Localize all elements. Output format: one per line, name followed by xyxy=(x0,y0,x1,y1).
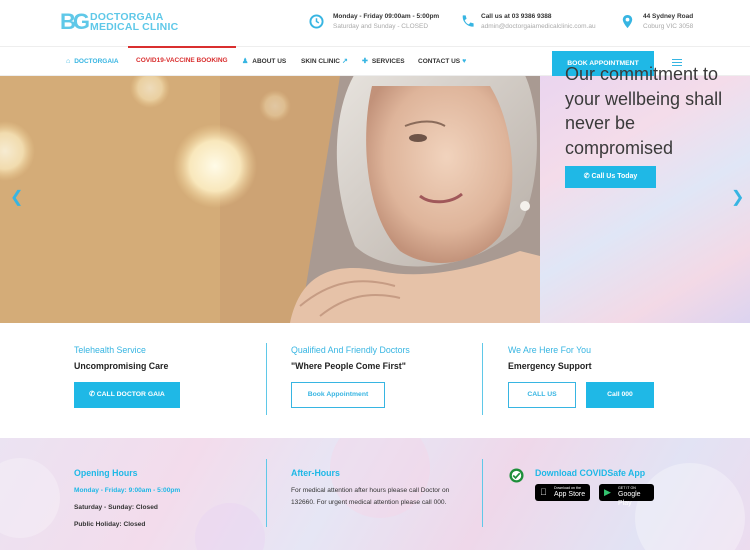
covidsafe-app-icon xyxy=(509,468,524,483)
feature-qualified-doctors: Qualified And Friendly Doctors "Where Pe… xyxy=(291,345,471,371)
chevron-right-icon[interactable]: ❯ xyxy=(731,190,744,206)
clock-icon xyxy=(309,14,324,29)
play-icon: ▶ xyxy=(604,487,611,497)
app-store-badge[interactable]:  Download on the App Store xyxy=(535,484,590,501)
call-us-button[interactable]: CALL US xyxy=(508,382,576,408)
hours-weekday: Monday - Friday: 9:00am - 5:00pm xyxy=(74,487,181,494)
hours-weekend: Saturday - Sunday: Closed xyxy=(74,504,158,511)
hero-headline: Our commitment to your wellbeing shall n… xyxy=(565,64,723,158)
feature-title: Emergency Support xyxy=(508,361,592,371)
hero-photo-illustration xyxy=(0,76,540,323)
hours-public-holiday: Public Holiday: Closed xyxy=(74,521,146,528)
nav-item-contact-us[interactable]: CONTACT US ♥ xyxy=(418,47,470,76)
clinic-logo[interactable]: BG DOCTORGAIA MEDICAL CLINIC xyxy=(60,10,180,36)
nav-item-about-us[interactable]: ♟ ABOUT US xyxy=(242,47,286,76)
apple-icon:  xyxy=(540,487,547,497)
home-icon: ⌂ xyxy=(66,58,71,65)
divider xyxy=(266,343,267,415)
opening-hours-info: Monday - Friday 09:00am - 5:00pm Saturda… xyxy=(333,13,440,30)
phone-icon: ✆ xyxy=(583,173,590,180)
location-pin-icon xyxy=(622,14,633,29)
feature-label: Qualified And Friendly Doctors xyxy=(291,345,410,355)
phone-icon: ✆ xyxy=(89,391,95,398)
google-play-badge[interactable]: ▶ GET IT ON Google Play xyxy=(599,484,654,507)
chevron-left-icon[interactable]: ❮ xyxy=(10,190,23,206)
feature-label: Telehealth Service xyxy=(74,345,146,355)
feature-title: "Where People Come First" xyxy=(291,361,406,371)
external-link-icon: ↗ xyxy=(342,58,348,65)
nav-item-services[interactable]: ✚ SERVICES xyxy=(362,47,405,76)
call-doctor-gaia-button[interactable]: ✆ CALL DOCTOR GAIA xyxy=(74,382,180,408)
plus-icon: ✚ xyxy=(362,58,368,65)
hero-photo-elderly-woman xyxy=(0,76,540,323)
logo-text: DOCTORGAIA MEDICAL CLINIC xyxy=(90,11,179,33)
nav-item-home[interactable]: ⌂ DOCTORGAIA xyxy=(66,47,119,76)
feature-label: We Are Here For You xyxy=(508,345,591,355)
after-hours-text: For medical attention after hours please… xyxy=(291,487,450,506)
feature-emergency-support: We Are Here For You Emergency Support xyxy=(508,345,688,371)
book-appointment-outline-button[interactable]: Book Appointment xyxy=(291,382,385,408)
logo-mark: BG xyxy=(60,9,90,34)
call-000-button[interactable]: Call 000 xyxy=(586,382,654,408)
feature-telehealth: Telehealth Service Uncompromising Care xyxy=(74,345,254,371)
person-icon: ♟ xyxy=(242,58,249,65)
divider xyxy=(482,343,483,415)
covidsafe-heading: Download COVIDSafe App xyxy=(535,468,646,478)
divider xyxy=(482,459,483,527)
call-us-today-button[interactable]: ✆ Call Us Today xyxy=(565,166,656,188)
top-header: BG DOCTORGAIA MEDICAL CLINIC Monday - Fr… xyxy=(0,0,750,46)
after-hours-heading: After-Hours xyxy=(291,468,340,478)
opening-hours-heading: Opening Hours xyxy=(74,468,138,478)
feature-title: Uncompromising Care xyxy=(74,361,169,371)
address-info: 44 Sydney Road Coburg VIC 3058 xyxy=(643,13,694,30)
divider xyxy=(266,459,267,527)
nav-item-skin-clinic[interactable]: SKIN CLINIC ↗ xyxy=(301,47,352,76)
nav-item-covid-vaccine-booking[interactable]: COVID19-VACCINE BOOKING xyxy=(128,46,236,75)
heart-icon: ♥ xyxy=(462,58,467,65)
phone-icon xyxy=(462,15,474,27)
contact-info[interactable]: Call us at 03 9386 9388 admin@doctorgaia… xyxy=(481,12,596,32)
